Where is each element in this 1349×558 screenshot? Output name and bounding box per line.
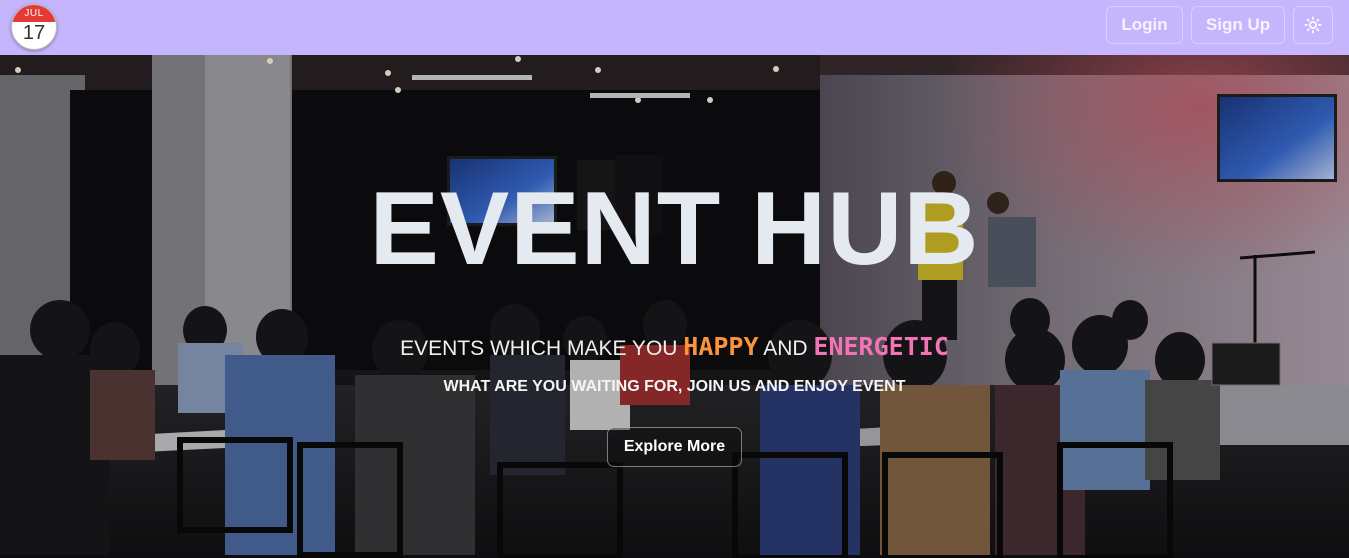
hero-title: EVENT HUB [369,171,980,287]
sun-icon [1304,16,1322,34]
hero-tagline: EVENTS WHICH MAKE YOU HAPPY AND ENERGETI… [0,329,1349,367]
hero-section: EVENT HUB EVENTS WHICH MAKE YOU HAPPY AN… [0,55,1349,558]
calendar-logo-icon[interactable]: JUL 17 [11,4,57,50]
login-button[interactable]: Login [1106,6,1183,44]
tagline-prefix: EVENTS WHICH MAKE YOU [400,337,684,360]
hero-dark-overlay [0,55,1349,558]
hero-subtitle: WHAT ARE YOU WAITING FOR, JOIN US AND EN… [443,378,906,395]
navbar: JUL 17 Login Sign Up [0,0,1349,55]
tagline-happy: HAPPY [683,332,759,361]
tagline-mid: AND [758,337,814,360]
logo-day: 17 [22,22,46,44]
tagline-energetic: ENERGETIC [813,332,949,361]
theme-toggle-button[interactable] [1293,6,1333,44]
signup-button[interactable]: Sign Up [1191,6,1285,44]
explore-more-button[interactable]: Explore More [607,427,742,467]
